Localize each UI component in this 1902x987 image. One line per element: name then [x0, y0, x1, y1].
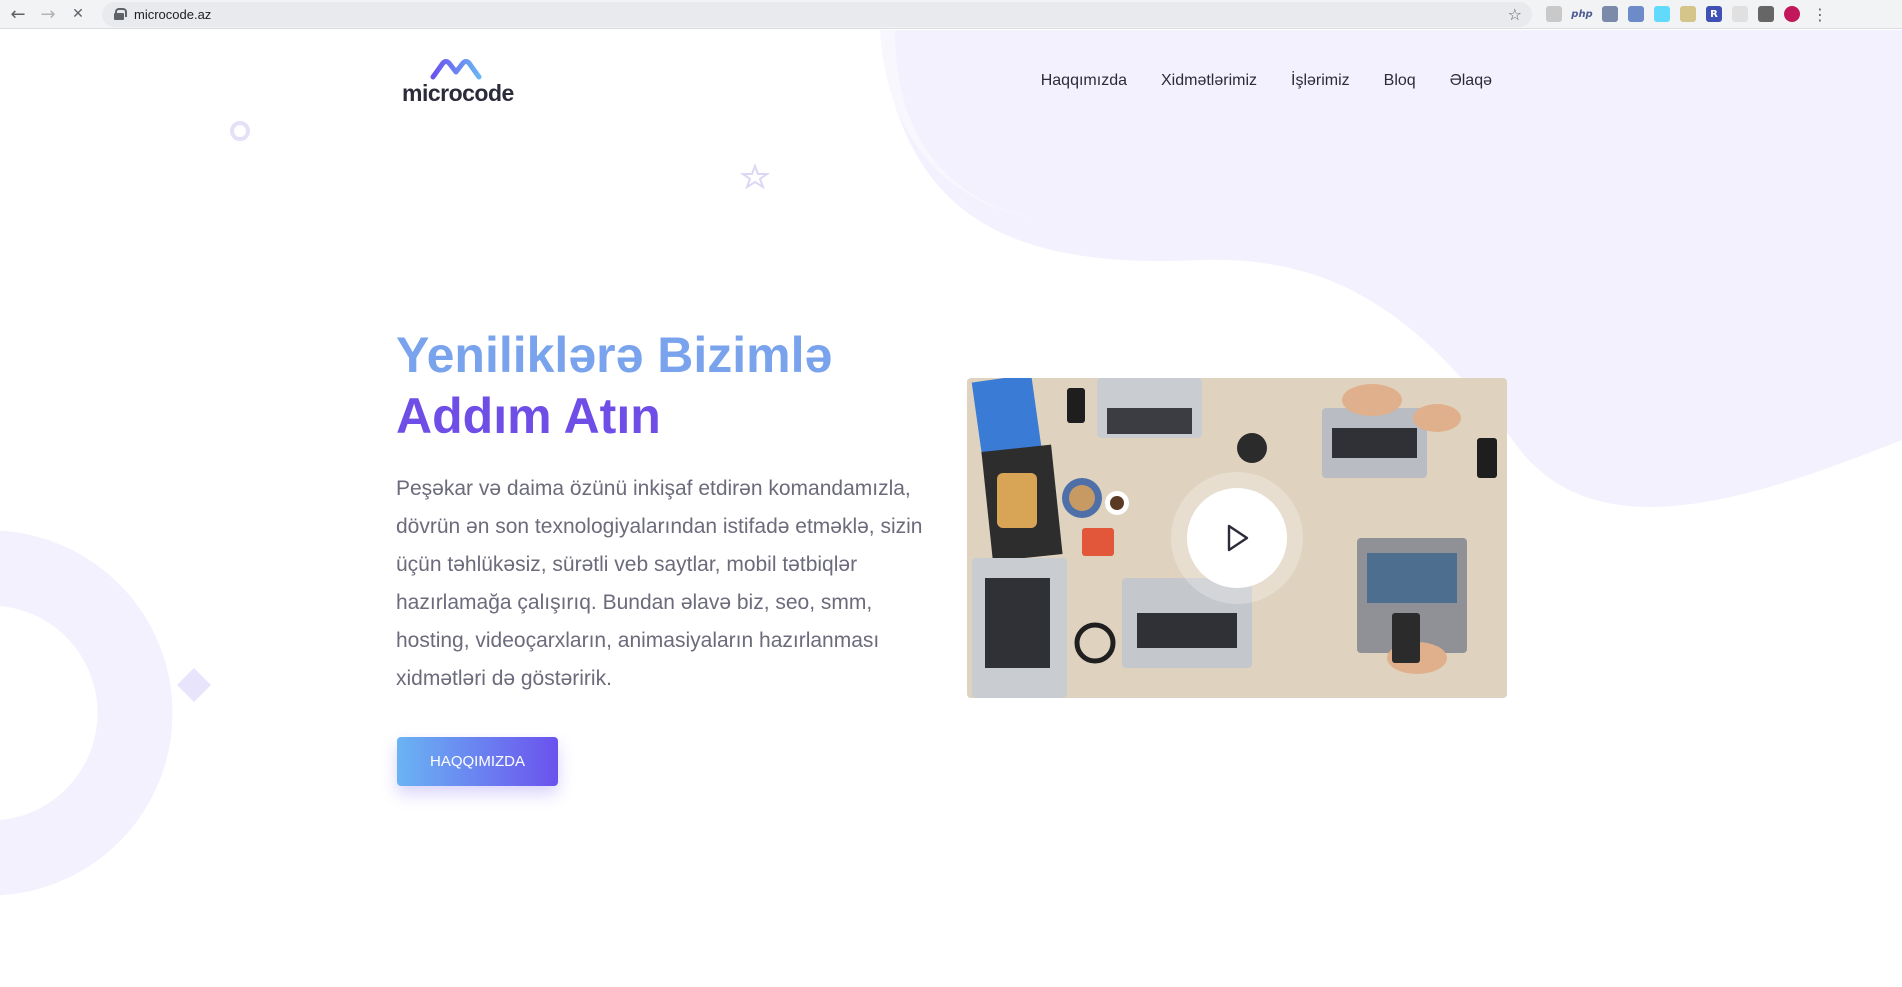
logo-text: microcode	[402, 80, 514, 106]
hero-title-line1: Yeniliklərə Bizimlə	[396, 327, 833, 383]
blank-extension-icon[interactable]	[1732, 6, 1748, 22]
nav-link-services[interactable]: Xidmətlərimiz	[1161, 72, 1257, 90]
hero-description: Peşəkar və daima özünü inkişaf etdirən k…	[396, 477, 923, 690]
camera-extension-icon[interactable]	[1602, 6, 1618, 22]
browser-menu-icon[interactable]: ⋮	[1812, 5, 1828, 24]
profile-avatar-icon[interactable]	[1784, 6, 1800, 22]
nav-link-contact[interactable]: Əlaqə	[1450, 72, 1492, 90]
lock-icon[interactable]	[114, 8, 127, 20]
compass-extension-icon[interactable]	[1628, 6, 1644, 22]
about-us-button[interactable]: HAQQIMIZDA	[397, 737, 558, 786]
back-icon[interactable]: ←	[6, 2, 30, 26]
php-extension-icon[interactable]: php	[1571, 6, 1592, 22]
stop-loading-icon[interactable]: ✕	[66, 2, 90, 26]
browser-toolbar: ← → ✕ microcode.az ☆ php R ⋮	[0, 0, 1902, 29]
tag-extension-icon[interactable]	[1680, 6, 1696, 22]
forward-icon[interactable]: →	[36, 2, 60, 26]
page: microcode Haqqımızda Xidmətlərimiz İşlər…	[0, 30, 1902, 987]
background-decoration	[0, 30, 1902, 896]
url-text[interactable]: microcode.az	[134, 7, 211, 22]
hero-title-line2: Addım Atın	[396, 388, 661, 444]
logo-mark-icon	[430, 59, 482, 80]
main-navigation: Haqqımızda Xidmətlərimiz İşlərimiz Bloq …	[1041, 72, 1492, 90]
intro-video[interactable]	[967, 378, 1507, 698]
extensions-bar: php R	[1546, 6, 1800, 22]
nav-link-works[interactable]: İşlərimiz	[1291, 72, 1350, 90]
screenshot-extension-icon[interactable]	[1758, 6, 1774, 22]
play-icon	[1227, 524, 1249, 552]
r-extension-icon[interactable]: R	[1706, 6, 1722, 22]
nav-link-blog[interactable]: Bloq	[1384, 72, 1416, 90]
nav-link-about[interactable]: Haqqımızda	[1041, 72, 1127, 90]
hero-title: Yeniliklərə Bizimlə Addım Atın	[396, 325, 832, 447]
face-extension-icon[interactable]	[1546, 6, 1562, 22]
play-button[interactable]	[1187, 488, 1287, 588]
bookmark-star-icon[interactable]: ☆	[1508, 5, 1522, 24]
address-bar[interactable]: microcode.az ☆	[102, 1, 1532, 27]
react-extension-icon[interactable]	[1654, 6, 1670, 22]
site-logo[interactable]: microcode	[402, 58, 514, 108]
